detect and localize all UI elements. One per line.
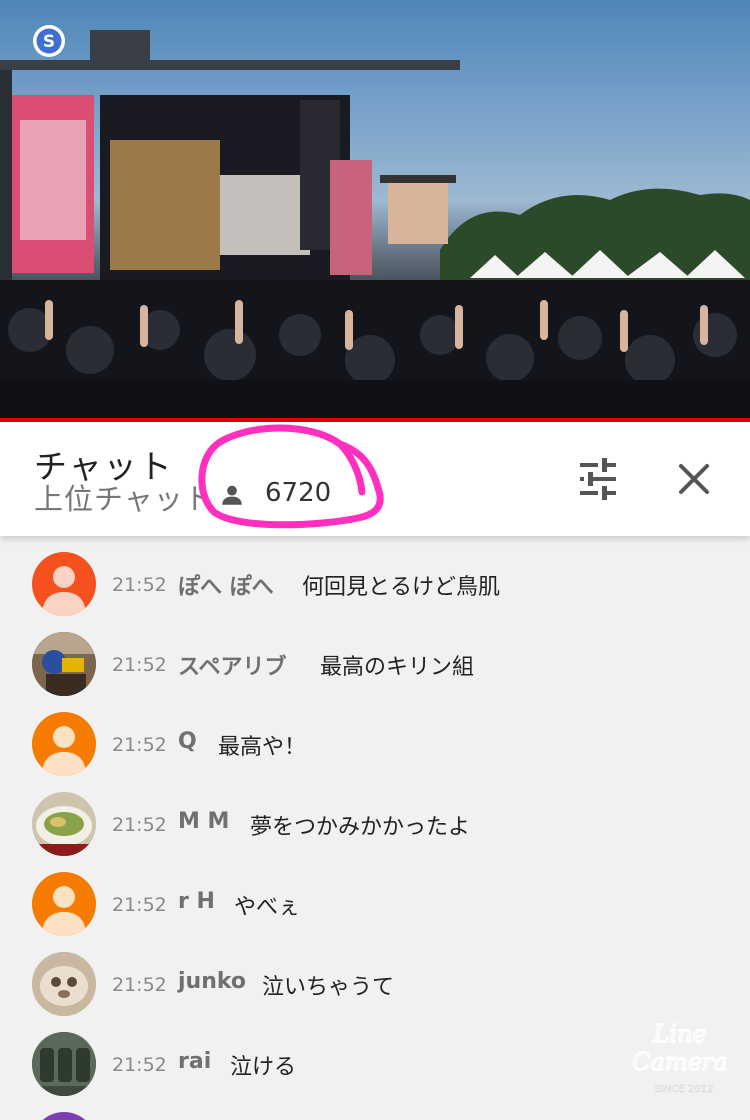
viewer-count: 6720 <box>265 478 332 508</box>
concert-scene <box>0 30 750 418</box>
message-author[interactable]: Q <box>178 729 197 754</box>
avatar[interactable] <box>32 712 96 776</box>
message-time: 21:52 <box>112 1054 167 1076</box>
message-author[interactable]: スペアリブ <box>178 649 286 681</box>
sliders-icon <box>580 458 616 500</box>
message-text: 泣いちゃうて <box>262 975 395 1000</box>
chat-message-list[interactable]: 21:52 ぽへ ぽへ 何回見とるけど鳥肌 21:52 スペアリブ 最高のキリン… <box>0 536 750 1120</box>
chat-message: 21:52 M M 夢をつかみかかったよ <box>0 776 750 856</box>
message-author[interactable]: junko <box>178 969 246 994</box>
avatar[interactable] <box>32 792 96 856</box>
message-text: 泣ける <box>230 1055 297 1080</box>
chat-message: 21:52 rai 泣ける <box>0 1016 750 1096</box>
avatar-photo <box>32 632 96 696</box>
avatar-photo <box>32 1032 96 1096</box>
message-text: 夢をつかみかかったよ <box>250 815 471 840</box>
message-time: 21:52 <box>112 894 167 916</box>
chat-filter-button[interactable] <box>572 456 624 502</box>
message-time: 21:52 <box>112 734 167 756</box>
avatar[interactable] <box>32 632 96 696</box>
message-author[interactable]: rai <box>178 1049 211 1074</box>
avatar[interactable] <box>32 1112 96 1120</box>
message-text: やべぇ <box>234 895 301 920</box>
chat-message: 21:52 Q 最高や！ <box>0 696 750 776</box>
default-avatar-icon <box>42 886 86 936</box>
avatar[interactable] <box>32 872 96 936</box>
close-chat-button[interactable] <box>668 456 720 502</box>
avatar[interactable] <box>32 1032 96 1096</box>
message-text: 最高のキリン組 <box>320 655 475 680</box>
chat-message <box>0 1096 750 1120</box>
message-text: 最高や！ <box>218 735 307 760</box>
avatar-photo <box>32 952 96 1016</box>
highlight-circle-annotation <box>198 424 384 529</box>
avatar[interactable] <box>32 952 96 1016</box>
channel-logo: S <box>33 25 65 57</box>
video-player[interactable]: S <box>0 0 750 418</box>
message-author[interactable]: M M <box>178 809 229 834</box>
chat-message: 21:52 ぽへ ぽへ 何回見とるけど鳥肌 <box>0 536 750 616</box>
message-author[interactable]: r H <box>178 889 215 914</box>
message-text: 何回見とるけど鳥肌 <box>302 575 501 600</box>
chat-message: 21:52 スペアリブ 最高のキリン組 <box>0 616 750 696</box>
person-icon <box>222 485 242 505</box>
avatar[interactable] <box>32 552 96 616</box>
default-avatar-icon <box>42 566 86 616</box>
message-author[interactable]: ぽへ ぽへ <box>178 569 274 601</box>
default-avatar-icon <box>42 726 86 776</box>
avatar-photo <box>32 792 96 856</box>
chat-message: 21:52 junko 泣いちゃうて <box>0 936 750 1016</box>
message-time: 21:52 <box>112 654 167 676</box>
svg-text:S: S <box>43 32 55 52</box>
close-icon <box>679 464 709 494</box>
message-time: 21:52 <box>112 974 167 996</box>
message-time: 21:52 <box>112 574 167 596</box>
chat-message: 21:52 r H やべぇ <box>0 856 750 936</box>
chat-mode-selector[interactable]: 上位チャット <box>34 476 214 518</box>
message-time: 21:52 <box>112 814 167 836</box>
chat-header: チャット 上位チャット 6720 <box>0 422 750 536</box>
